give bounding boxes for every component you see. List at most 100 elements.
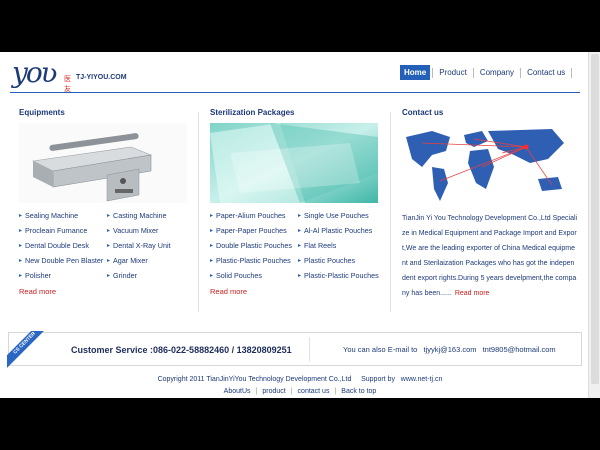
- contact-description: TianJin Yi You Technology Development Co…: [402, 211, 578, 301]
- bullet-icon: ▸: [210, 213, 214, 219]
- package-item-label: Paper-Alium Pouches: [216, 211, 286, 220]
- email-link-2[interactable]: tnt9805@hotmail.com: [483, 345, 556, 354]
- package-item[interactable]: ▸ Double Plastic Pouches: [210, 241, 298, 251]
- footer-separator: |: [334, 388, 337, 395]
- customer-service-bar: CS CENTER Customer Service :086-022-5888…: [7, 331, 582, 368]
- nav-company[interactable]: Company: [476, 65, 518, 80]
- bullet-icon: ▸: [19, 273, 23, 279]
- nav-product[interactable]: Product: [435, 65, 471, 80]
- equipment-item-label: Agar Mixer: [113, 256, 148, 265]
- sealing-machine-image[interactable]: [19, 123, 187, 203]
- package-item-label: Plastic Pouches: [304, 256, 356, 265]
- equipment-item[interactable]: ▸ Casting Machine: [107, 211, 195, 221]
- contact-section: Contact us TianJin Yi You Technology Dev…: [402, 108, 577, 301]
- package-item-label: Single Use Pouches: [304, 211, 369, 220]
- equipments-list: ▸ Sealing Machine ▸ Casting Machine ▸ Proclea…: [19, 211, 194, 281]
- column-divider: [198, 112, 199, 312]
- main-nav: Home Product Company Contact us: [400, 65, 574, 80]
- bullet-icon: ▸: [19, 228, 23, 234]
- bullet-icon: ▸: [210, 243, 214, 249]
- nav-separator: [571, 67, 573, 78]
- footer-separator: |: [290, 388, 293, 395]
- bullet-icon: ▸: [298, 243, 302, 249]
- nav-home[interactable]: Home: [400, 65, 431, 80]
- cs-center-ribbon: CS CENTER: [7, 331, 47, 371]
- equipments-read-more[interactable]: Read more: [19, 287, 56, 296]
- footer-separator: |: [255, 388, 258, 395]
- email-prefix: You can also E-mail to: [343, 345, 418, 354]
- package-item[interactable]: ▸ Plastic-Plastic Pouches: [210, 256, 298, 266]
- package-item[interactable]: ▸ Al-Al Plastic Pouches: [298, 226, 386, 236]
- bullet-icon: ▸: [298, 273, 302, 279]
- bullet-icon: ▸: [19, 258, 23, 264]
- nav-separator: [472, 67, 474, 78]
- packages-read-more[interactable]: Read more: [210, 287, 247, 296]
- bullet-icon: ▸: [210, 228, 214, 234]
- header-divider: [10, 92, 580, 93]
- equipment-item[interactable]: ▸ Procleain Furnance: [19, 226, 107, 236]
- footer-link-aboutus[interactable]: AboutUs: [224, 388, 251, 395]
- logo-mark: yoʋ: [12, 56, 58, 89]
- equipment-item[interactable]: ▸ Grinder: [107, 271, 195, 281]
- footer-link-product[interactable]: product: [262, 388, 285, 395]
- footer-link-contact[interactable]: contact us: [298, 388, 330, 395]
- nav-contact[interactable]: Contact us: [523, 65, 569, 80]
- package-item[interactable]: ▸ Paper-Paper Pouches: [210, 226, 298, 236]
- equipment-item[interactable]: ▸ Dental X-Ray Unit: [107, 241, 195, 251]
- bullet-icon: ▸: [298, 213, 302, 219]
- packages-list: ▸ Paper-Alium Pouches ▸ Single Use Pouches ▸…: [210, 211, 385, 281]
- package-item[interactable]: ▸ Plastic Pouches: [298, 256, 386, 266]
- bullet-icon: ▸: [107, 258, 111, 264]
- email-line: You can also E-mail to tjyykj@163.com tn…: [343, 345, 556, 354]
- package-item[interactable]: ▸ Paper-Alium Pouches: [210, 211, 298, 221]
- equipment-item[interactable]: ▸ Vacuum Mixer: [107, 226, 195, 236]
- package-item[interactable]: ▸ Single Use Pouches: [298, 211, 386, 221]
- vertical-scrollbar[interactable]: [588, 52, 600, 398]
- equipment-item-label: Sealing Machine: [25, 211, 79, 220]
- logo-chinese-text: 医友: [64, 76, 71, 93]
- equipments-section: Equipments ▸ Sealing Machine ▸ Casting Mach…: [19, 108, 194, 299]
- package-item-label: Paper-Paper Pouches: [216, 226, 287, 235]
- package-item[interactable]: ▸ Solid Pouches: [210, 271, 298, 281]
- package-item-label: Solid Pouches: [216, 271, 262, 280]
- equipment-item-label: Casting Machine: [113, 211, 167, 220]
- ribbon-text: CS CENTER: [7, 331, 47, 368]
- bullet-icon: ▸: [107, 213, 111, 219]
- packages-title: Sterilization Packages: [210, 108, 295, 117]
- equipment-item[interactable]: ▸ Polisher: [19, 271, 107, 281]
- package-item-label: Al-Al Plastic Pouches: [304, 226, 373, 235]
- bullet-icon: ▸: [210, 258, 214, 264]
- equipment-item-label: Grinder: [113, 271, 137, 280]
- equipment-item[interactable]: ▸ New Double Pen Blaster: [19, 256, 107, 266]
- scrollbar-thumb[interactable]: [591, 54, 599, 384]
- package-item-label: Plastic-Plastic Pouches: [304, 271, 379, 280]
- equipment-item-label: Procleain Furnance: [25, 226, 88, 235]
- equipment-item[interactable]: ▸ Agar Mixer: [107, 256, 195, 266]
- equipment-item-label: Dental Double Desk: [25, 241, 89, 250]
- footer-links: AboutUs | product | contact us | Back to top: [0, 388, 600, 395]
- column-divider: [390, 112, 391, 312]
- nav-separator: [432, 67, 434, 78]
- copyright-text: Copyright 2011 TianJinYiYou Technology D…: [157, 376, 443, 383]
- package-item-label: Plastic-Plastic Pouches: [216, 256, 291, 265]
- footer-link-back-to-top[interactable]: Back to top: [341, 388, 376, 395]
- package-item[interactable]: ▸ Plastic-Plastic Pouches: [298, 271, 386, 281]
- contact-text: TianJin Yi You Technology Development Co…: [402, 215, 578, 297]
- logo-domain: TJ-YIYOU.COM: [76, 74, 127, 81]
- email-link-1[interactable]: tjyykj@163.com: [423, 345, 476, 354]
- bullet-icon: ▸: [107, 273, 111, 279]
- world-map-image[interactable]: [402, 123, 570, 203]
- package-item[interactable]: ▸ Flat Reels: [298, 241, 386, 251]
- customer-service-phone: Customer Service :086-022-58882460 / 138…: [71, 345, 292, 355]
- pouches-image[interactable]: [210, 123, 378, 203]
- equipment-item-label: New Double Pen Blaster: [25, 256, 104, 265]
- packages-section: Sterilization Packages ▸ Paper-Alium Pouc…: [210, 108, 385, 299]
- equipment-item-label: Dental X-Ray Unit: [113, 241, 171, 250]
- equipments-title: Equipments: [19, 108, 65, 117]
- bullet-icon: ▸: [19, 213, 23, 219]
- contact-read-more[interactable]: Read more: [455, 290, 490, 297]
- bullet-icon: ▸: [210, 273, 214, 279]
- equipment-item[interactable]: ▸ Sealing Machine: [19, 211, 107, 221]
- equipment-item[interactable]: ▸ Dental Double Desk: [19, 241, 107, 251]
- nav-separator: [520, 67, 522, 78]
